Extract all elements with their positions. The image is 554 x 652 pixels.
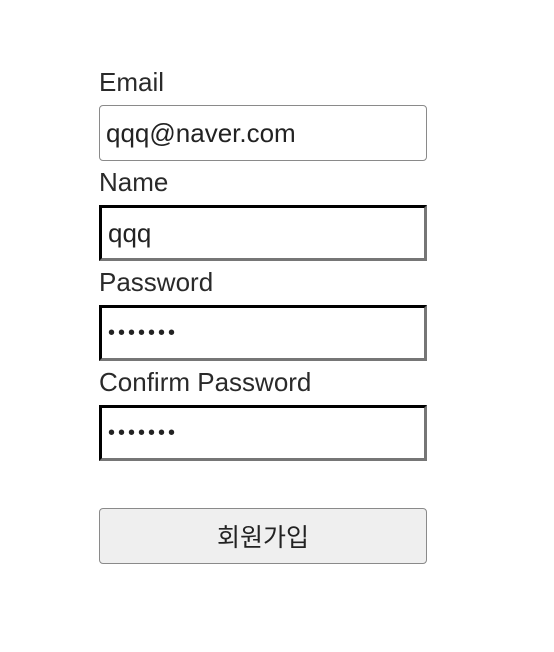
name-field[interactable] bbox=[99, 205, 427, 261]
email-field[interactable] bbox=[99, 105, 427, 161]
password-field[interactable] bbox=[99, 305, 427, 361]
signup-form: Email Name Password Confirm Password 회원가… bbox=[99, 64, 427, 564]
name-label: Name bbox=[99, 167, 169, 197]
password-label: Password bbox=[99, 267, 214, 297]
signup-button[interactable]: 회원가입 bbox=[99, 508, 427, 564]
confirm-password-field[interactable] bbox=[99, 405, 427, 461]
email-label: Email bbox=[99, 67, 165, 97]
confirm-password-label: Confirm Password bbox=[99, 367, 312, 397]
